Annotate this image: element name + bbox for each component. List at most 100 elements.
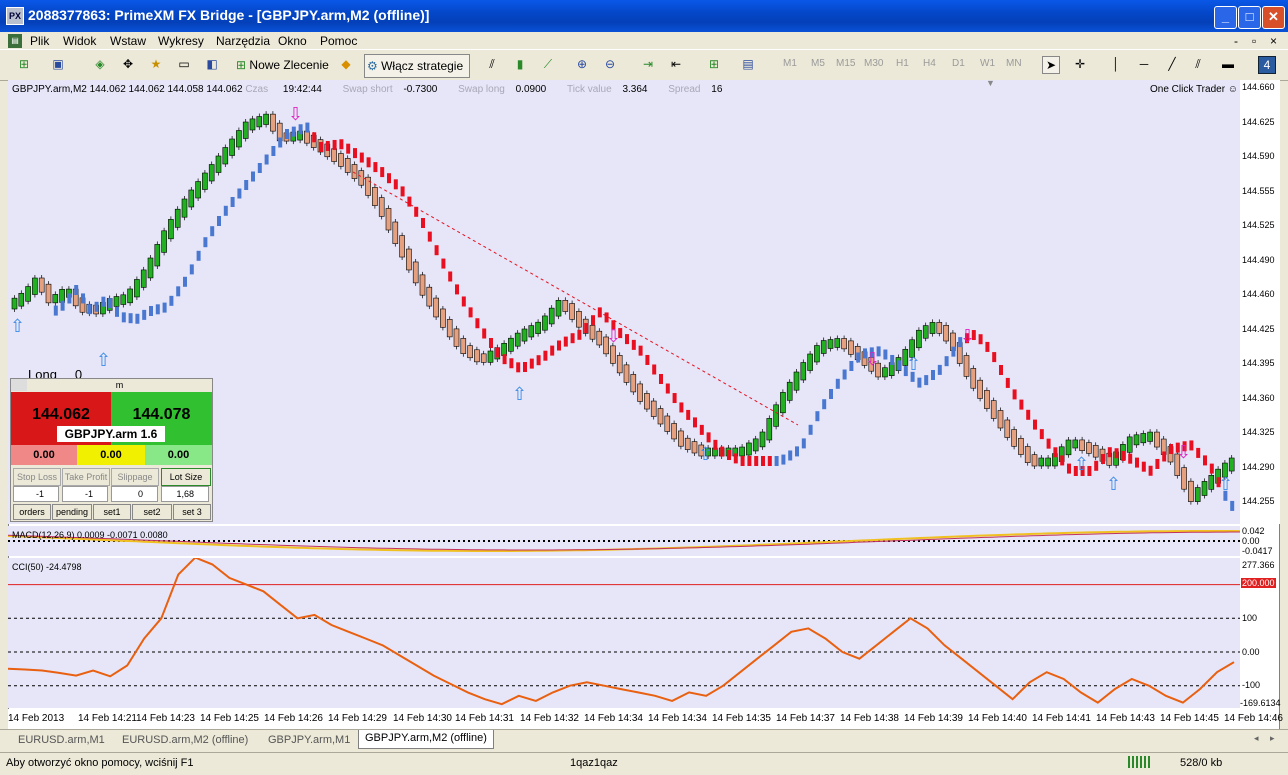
take-profit-input[interactable]: -1 <box>62 486 108 502</box>
cci-scale-level-200: 200.000 <box>1241 578 1276 588</box>
time-tick: 14 Feb 14:40 <box>968 713 1027 724</box>
price-brick <box>528 325 535 338</box>
strategies-icon: ⚙ <box>367 59 378 73</box>
line-chart-icon[interactable]: ⟋ <box>540 56 556 72</box>
vertical-line-icon[interactable]: │ <box>1108 56 1124 72</box>
price-tick: 144.490 <box>1242 254 1275 265</box>
zoom-out-icon[interactable]: ⊖ <box>602 56 618 72</box>
autotrading-button[interactable]: ⚙ Włącz strategie <box>364 54 470 78</box>
sell-arrow-icon: ⇩ <box>606 326 621 347</box>
ma-brick <box>53 305 58 316</box>
mdi-minimize-button[interactable]: - <box>1234 34 1238 48</box>
app-icon[interactable]: PX <box>6 7 24 25</box>
timeframe-h1[interactable]: H1 <box>896 58 909 69</box>
ma-brick <box>645 354 650 365</box>
price-brick <box>501 342 507 356</box>
metaeditor-icon[interactable]: ◆ <box>338 56 354 72</box>
timeframe-m15[interactable]: M15 <box>836 58 855 69</box>
menu-okno[interactable]: Okno <box>278 34 307 48</box>
ma-brick <box>108 298 113 309</box>
navigator-icon[interactable]: ✥ <box>120 56 136 72</box>
ma-brick <box>149 306 153 316</box>
price-brick <box>596 330 603 346</box>
price-brick <box>372 187 378 206</box>
horizontal-line-icon[interactable]: ─ <box>1136 56 1152 72</box>
shapes-icon[interactable]: ▬ <box>1220 56 1236 72</box>
window-title: 2088377863: PrimeXM FX Bridge - [GBPJPY.… <box>28 7 430 23</box>
minimize-button[interactable]: _ <box>1214 6 1237 29</box>
timeframe-w1[interactable]: W1 <box>980 58 995 69</box>
price-brick <box>1188 480 1194 502</box>
ma-brick <box>421 218 425 228</box>
new-order-button[interactable]: ⊞ Nowe Zlecenie <box>236 54 330 76</box>
ma-brick <box>720 446 725 457</box>
indicators-icon[interactable]: ⊞ <box>706 56 722 72</box>
mdi-close-button[interactable]: × <box>1270 34 1277 48</box>
panel-drag-handle[interactable]: m <box>27 379 212 391</box>
orders-button[interactable]: orders <box>13 504 51 520</box>
stop-loss-input[interactable]: -1 <box>13 486 59 502</box>
set3-button[interactable]: set 3 <box>173 504 211 520</box>
macd-pane[interactable]: MACD(12,26,9) 0.0009 -0.0071 0.0080 <box>7 526 1241 556</box>
zoom-in-icon[interactable]: ⊕ <box>574 56 590 72</box>
shift-marker-icon: ▼ <box>986 80 995 88</box>
set1-button[interactable]: set1 <box>93 504 131 520</box>
periods-icon[interactable]: ▤ <box>740 56 756 72</box>
profiles-icon[interactable]: ▣ <box>50 56 66 72</box>
channel-icon[interactable]: ⫽ <box>1190 56 1206 72</box>
new-chart-icon[interactable]: ⊞ <box>16 56 32 72</box>
menu-wykresy[interactable]: Wykresy <box>158 34 204 48</box>
tab-eurusd-m1[interactable]: EURUSD.arm,M1 <box>12 732 111 748</box>
maximize-button[interactable]: □ <box>1238 6 1261 29</box>
timeframe-m5[interactable]: M5 <box>811 58 825 69</box>
ma-brick <box>740 456 745 466</box>
tester-icon[interactable]: ◧ <box>204 56 220 72</box>
menu-plik[interactable]: Plik <box>30 34 49 48</box>
tab-eurusd-m2[interactable]: EURUSD.arm,M2 (offline) <box>116 732 254 748</box>
pending-button[interactable]: pending <box>52 504 92 520</box>
timeframe-d1[interactable]: D1 <box>952 58 965 69</box>
menu-widok[interactable]: Widok <box>63 34 96 48</box>
market-watch-icon[interactable]: ◈ <box>92 56 108 72</box>
menu-wstaw[interactable]: Wstaw <box>110 34 146 48</box>
tabs-scroll-left-icon[interactable]: ◂ <box>1254 733 1259 744</box>
price-brick <box>841 338 847 350</box>
lot-size-input[interactable]: 1,68 <box>161 486 209 502</box>
ma-brick <box>693 417 697 428</box>
timeframe-h4[interactable]: H4 <box>923 58 936 69</box>
ma-brick <box>577 329 582 340</box>
autoscroll-icon[interactable]: ⇥ <box>640 56 656 72</box>
terminal-icon[interactable]: ▭ <box>176 56 192 72</box>
one-click-trader-label[interactable]: One Click Trader ☺ <box>1150 84 1238 95</box>
document-icon[interactable]: ▤ <box>8 34 22 48</box>
menu-pomoc[interactable]: Pomoc <box>320 34 357 48</box>
crosshair-icon[interactable]: ✛ <box>1072 56 1088 72</box>
price-brick <box>644 393 650 410</box>
timeframe-m30[interactable]: M30 <box>864 58 883 69</box>
price-tick: 144.255 <box>1242 496 1275 506</box>
price-scale[interactable] <box>1240 80 1280 524</box>
ma-brick <box>638 345 643 356</box>
close-button[interactable]: ✕ <box>1262 6 1285 29</box>
ma-brick <box>455 284 459 295</box>
set2-button[interactable]: set2 <box>132 504 172 520</box>
bar-chart-icon[interactable]: ⫽ <box>484 56 500 72</box>
chart-shift-icon[interactable]: ⇤ <box>668 56 684 72</box>
timeframe-mn[interactable]: MN <box>1006 58 1022 69</box>
title-bar: PX 2088377863: PrimeXM FX Bridge - [GBPJ… <box>0 0 1288 32</box>
timeframe-m1[interactable]: M1 <box>783 58 797 69</box>
menu-narzedzia[interactable]: Narzędzia <box>216 34 270 48</box>
time-tick: 14 Feb 14:43 <box>1096 713 1155 724</box>
cci-pane[interactable]: CCI(50) -24.4798 <box>7 556 1240 708</box>
mdi-restore-button[interactable]: ▫ <box>1252 34 1256 48</box>
tab-gbpjpy-m2[interactable]: GBPJPY.arm,M2 (offline) <box>358 730 494 749</box>
cursor-icon[interactable]: ➤ <box>1042 56 1060 74</box>
period-badge[interactable]: 4 <box>1258 56 1276 74</box>
candlestick-icon[interactable]: ▮ <box>512 56 528 72</box>
price-brick <box>834 338 841 348</box>
tabs-scroll-right-icon[interactable]: ▸ <box>1270 733 1275 744</box>
slippage-input[interactable]: 0 <box>111 486 158 502</box>
tab-gbpjpy-m1[interactable]: GBPJPY.arm,M1 <box>262 732 356 748</box>
favorites-icon[interactable]: ★ <box>148 56 164 72</box>
trendline-icon[interactable]: ╱ <box>1164 56 1180 72</box>
